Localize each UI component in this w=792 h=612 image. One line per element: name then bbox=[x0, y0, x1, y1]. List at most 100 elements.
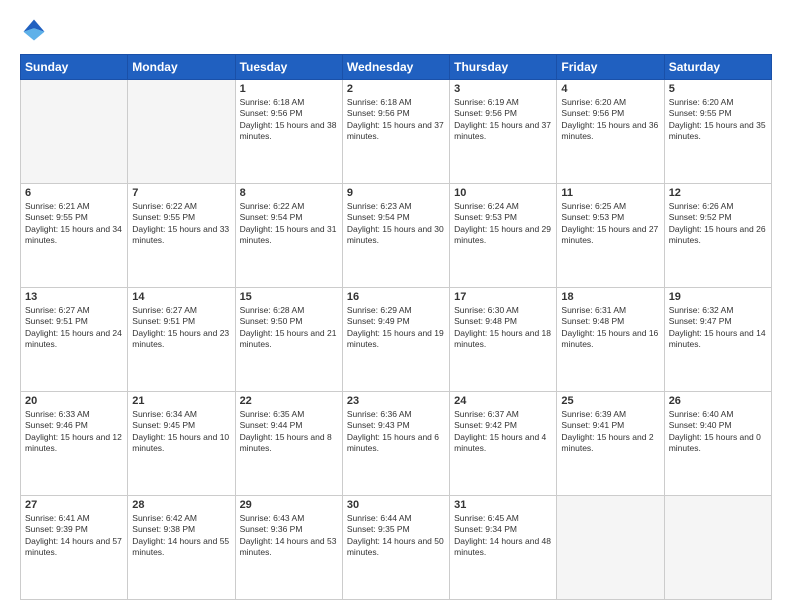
day-number: 24 bbox=[454, 395, 552, 407]
calendar-cell: 18 Sunrise: 6:31 AMSunset: 9:48 PMDayligh… bbox=[557, 288, 664, 392]
calendar-cell bbox=[128, 80, 235, 184]
calendar-cell: 31 Sunrise: 6:45 AMSunset: 9:34 PMDayligh… bbox=[450, 496, 557, 600]
day-detail: Sunrise: 6:21 AMSunset: 9:55 PMDaylight:… bbox=[25, 201, 123, 247]
day-detail: Sunrise: 6:36 AMSunset: 9:43 PMDaylight:… bbox=[347, 409, 445, 455]
logo bbox=[20, 16, 52, 44]
day-detail: Sunrise: 6:44 AMSunset: 9:35 PMDaylight:… bbox=[347, 513, 445, 559]
calendar-cell: 12 Sunrise: 6:26 AMSunset: 9:52 PMDayligh… bbox=[664, 184, 771, 288]
calendar-cell: 23 Sunrise: 6:36 AMSunset: 9:43 PMDayligh… bbox=[342, 392, 449, 496]
day-number: 19 bbox=[669, 291, 767, 303]
calendar-cell: 13Sunrise: 6:27 AMSunset: 9:51 PMDayligh… bbox=[21, 288, 128, 392]
day-detail: Sunrise: 6:25 AMSunset: 9:53 PMDaylight:… bbox=[561, 201, 659, 247]
day-detail: Sunrise: 6:19 AMSunset: 9:56 PMDaylight:… bbox=[454, 97, 552, 143]
calendar-week-3: 13 Sunrise: 6:27 AMSunset: 9:51 PMDayligh… bbox=[21, 288, 772, 392]
day-detail: Sunrise: 6:24 AMSunset: 9:53 PMDaylight:… bbox=[454, 201, 552, 247]
calendar-cell: 19 Sunrise: 6:32 AMSunset: 9:47 PMDayligh… bbox=[664, 288, 771, 392]
day-number: 5 bbox=[669, 83, 767, 95]
day-number: 29 bbox=[240, 499, 338, 511]
day-number: 15 bbox=[240, 291, 338, 303]
day-detail: Sunrise: 6:37 AMSunset: 9:42 PMDaylight:… bbox=[454, 409, 552, 455]
calendar-table: SundayMondayTuesdayWednesdayThursdayFrid… bbox=[20, 54, 772, 600]
day-detail: Sunrise: 6:39 AMSunset: 9:41 PMDaylight:… bbox=[561, 409, 659, 455]
day-number: 18 bbox=[561, 291, 659, 303]
day-detail: Sunrise: 6:41 AMSunset: 9:39 PMDaylight:… bbox=[25, 513, 123, 559]
day-number: 6 bbox=[25, 187, 123, 199]
day-number: 2 bbox=[347, 83, 445, 95]
calendar-cell: 26Sunrise: 6:40 AMSunset: 9:40 PMDayligh… bbox=[664, 392, 771, 496]
day-detail: Sunrise: 6:23 AMSunset: 9:54 PMDaylight:… bbox=[347, 201, 445, 247]
calendar-week-2: 6 Sunrise: 6:21 AMSunset: 9:55 PMDaylight… bbox=[21, 184, 772, 288]
day-detail: Sunrise: 6:30 AMSunset: 9:48 PMDaylight:… bbox=[454, 305, 552, 351]
calendar-header-row: SundayMondayTuesdayWednesdayThursdayFrid… bbox=[21, 55, 772, 80]
calendar-week-4: 20 Sunrise: 6:33 AMSunset: 9:46 PMDayligh… bbox=[21, 392, 772, 496]
day-detail: Sunrise: 6:31 AMSunset: 9:48 PMDaylight:… bbox=[561, 305, 659, 351]
day-number: 20 bbox=[25, 395, 123, 407]
calendar-header-thursday: Thursday bbox=[450, 55, 557, 80]
calendar-week-5: 27Sunrise: 6:41 AMSunset: 9:39 PMDayligh… bbox=[21, 496, 772, 600]
calendar-cell: 20 Sunrise: 6:33 AMSunset: 9:46 PMDayligh… bbox=[21, 392, 128, 496]
calendar-cell bbox=[664, 496, 771, 600]
day-number: 3 bbox=[454, 83, 552, 95]
day-number: 1 bbox=[240, 83, 338, 95]
calendar-cell: 10 Sunrise: 6:24 AMSunset: 9:53 PMDayligh… bbox=[450, 184, 557, 288]
day-number: 13 bbox=[25, 291, 123, 303]
page: SundayMondayTuesdayWednesdayThursdayFrid… bbox=[0, 0, 792, 612]
calendar-cell: 2Sunrise: 6:18 AMSunset: 9:56 PMDaylight… bbox=[342, 80, 449, 184]
calendar-cell: 29 Sunrise: 6:43 AMSunset: 9:36 PMDayligh… bbox=[235, 496, 342, 600]
calendar-cell: 4 Sunrise: 6:20 AMSunset: 9:56 PMDaylight… bbox=[557, 80, 664, 184]
day-detail: Sunrise: 6:27 AMSunset: 9:51 PMDaylight:… bbox=[132, 305, 230, 351]
day-number: 14 bbox=[132, 291, 230, 303]
day-detail: Sunrise: 6:22 AMSunset: 9:54 PMDaylight:… bbox=[240, 201, 338, 247]
calendar-cell: 27Sunrise: 6:41 AMSunset: 9:39 PMDayligh… bbox=[21, 496, 128, 600]
logo-icon bbox=[20, 16, 48, 44]
day-number: 30 bbox=[347, 499, 445, 511]
calendar-cell: 25 Sunrise: 6:39 AMSunset: 9:41 PMDayligh… bbox=[557, 392, 664, 496]
day-number: 17 bbox=[454, 291, 552, 303]
day-number: 16 bbox=[347, 291, 445, 303]
day-detail: Sunrise: 6:33 AMSunset: 9:46 PMDaylight:… bbox=[25, 409, 123, 455]
calendar-cell: 8 Sunrise: 6:22 AMSunset: 9:54 PMDaylight… bbox=[235, 184, 342, 288]
calendar-cell bbox=[21, 80, 128, 184]
calendar-header-saturday: Saturday bbox=[664, 55, 771, 80]
day-detail: Sunrise: 6:28 AMSunset: 9:50 PMDaylight:… bbox=[240, 305, 338, 351]
day-detail: Sunrise: 6:22 AMSunset: 9:55 PMDaylight:… bbox=[132, 201, 230, 247]
day-detail: Sunrise: 6:26 AMSunset: 9:52 PMDaylight:… bbox=[669, 201, 767, 247]
calendar-header-monday: Monday bbox=[128, 55, 235, 80]
day-number: 10 bbox=[454, 187, 552, 199]
day-number: 25 bbox=[561, 395, 659, 407]
day-number: 31 bbox=[454, 499, 552, 511]
calendar-cell: 11 Sunrise: 6:25 AMSunset: 9:53 PMDayligh… bbox=[557, 184, 664, 288]
day-number: 21 bbox=[132, 395, 230, 407]
day-number: 4 bbox=[561, 83, 659, 95]
day-number: 12 bbox=[669, 187, 767, 199]
day-detail: Sunrise: 6:43 AMSunset: 9:36 PMDaylight:… bbox=[240, 513, 338, 559]
day-detail: Sunrise: 6:29 AMSunset: 9:49 PMDaylight:… bbox=[347, 305, 445, 351]
calendar-cell: 24 Sunrise: 6:37 AMSunset: 9:42 PMDayligh… bbox=[450, 392, 557, 496]
day-detail: Sunrise: 6:32 AMSunset: 9:47 PMDaylight:… bbox=[669, 305, 767, 351]
day-number: 23 bbox=[347, 395, 445, 407]
day-number: 28 bbox=[132, 499, 230, 511]
calendar-cell: 15 Sunrise: 6:28 AMSunset: 9:50 PMDayligh… bbox=[235, 288, 342, 392]
calendar-cell: 17 Sunrise: 6:30 AMSunset: 9:48 PMDayligh… bbox=[450, 288, 557, 392]
calendar-header-friday: Friday bbox=[557, 55, 664, 80]
day-detail: Sunrise: 6:20 AMSunset: 9:55 PMDaylight:… bbox=[669, 97, 767, 143]
calendar-header-tuesday: Tuesday bbox=[235, 55, 342, 80]
day-detail: Sunrise: 6:35 AMSunset: 9:44 PMDaylight:… bbox=[240, 409, 338, 455]
day-number: 9 bbox=[347, 187, 445, 199]
day-detail: Sunrise: 6:45 AMSunset: 9:34 PMDaylight:… bbox=[454, 513, 552, 559]
calendar-cell: 22 Sunrise: 6:35 AMSunset: 9:44 PMDayligh… bbox=[235, 392, 342, 496]
day-detail: Sunrise: 6:20 AMSunset: 9:56 PMDaylight:… bbox=[561, 97, 659, 143]
calendar-cell: 3 Sunrise: 6:19 AMSunset: 9:56 PMDaylight… bbox=[450, 80, 557, 184]
calendar-cell: 28Sunrise: 6:42 AMSunset: 9:38 PMDayligh… bbox=[128, 496, 235, 600]
day-number: 26 bbox=[669, 395, 767, 407]
calendar-header-wednesday: Wednesday bbox=[342, 55, 449, 80]
day-number: 22 bbox=[240, 395, 338, 407]
day-number: 11 bbox=[561, 187, 659, 199]
day-detail: Sunrise: 6:18 AMSunset: 9:56 PMDaylight:… bbox=[240, 97, 338, 143]
day-number: 7 bbox=[132, 187, 230, 199]
calendar-cell bbox=[557, 496, 664, 600]
calendar-header-sunday: Sunday bbox=[21, 55, 128, 80]
calendar-cell: 16 Sunrise: 6:29 AMSunset: 9:49 PMDayligh… bbox=[342, 288, 449, 392]
day-number: 8 bbox=[240, 187, 338, 199]
calendar-cell: 6 Sunrise: 6:21 AMSunset: 9:55 PMDaylight… bbox=[21, 184, 128, 288]
